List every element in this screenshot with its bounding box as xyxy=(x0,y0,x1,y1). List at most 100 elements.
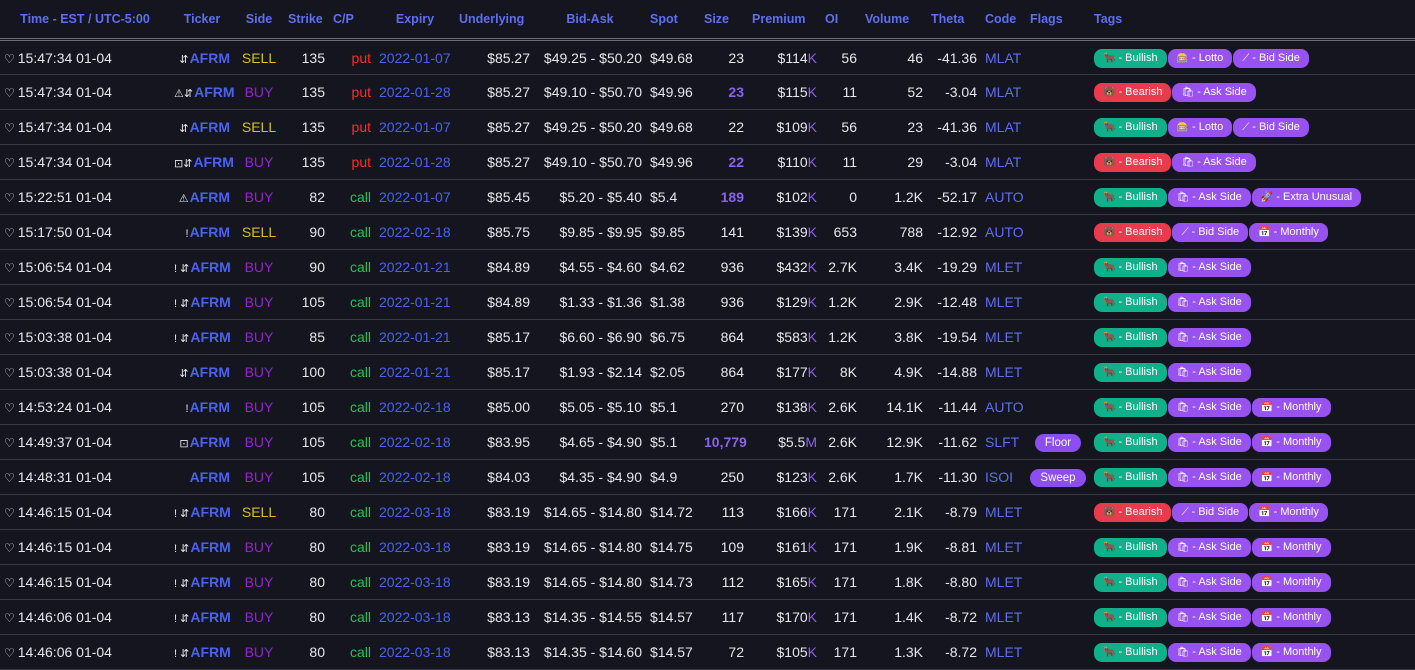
table-row[interactable]: ♡ 15:17:50 01-04 !AFRM SELL 90 call 2022-02-18… xyxy=(0,214,1415,250)
underlying-cell: $85.17 xyxy=(455,319,534,355)
ticker-cell: ! ⇵AFRM xyxy=(170,249,234,285)
column-header-expiry[interactable]: Expiry xyxy=(375,0,455,41)
heart-icon[interactable]: ♡ xyxy=(4,191,15,205)
table-row[interactable]: ♡ 15:03:38 01-04! ⇵AFRM BUY 85 call 2022-01-2… xyxy=(0,319,1415,355)
heart-icon[interactable]: ♡ xyxy=(4,226,15,240)
calendar-icon: 📅 xyxy=(1260,577,1274,588)
table-row[interactable]: ♡ 14:46:06 01-04! ⇵AFRM BUY 80 call 2022-03-1… xyxy=(0,599,1415,635)
column-header-flags[interactable]: Flags xyxy=(1026,0,1090,41)
bid-ask-cell: $49.25 - $50.20 xyxy=(534,39,646,75)
table-row[interactable]: ♡ 14:46:15 01-04! ⇵AFRM BUY 80 call 2022-03-1… xyxy=(0,564,1415,600)
trade-time: 14:46:06 01-04 xyxy=(17,609,112,625)
column-header-spot[interactable]: Spot xyxy=(646,0,700,41)
column-header-theta[interactable]: Theta xyxy=(927,0,981,41)
column-header-underlying[interactable]: Underlying xyxy=(455,0,534,41)
heart-icon[interactable]: ♡ xyxy=(4,296,15,310)
column-header-premium[interactable]: Premium xyxy=(748,0,821,41)
ticker-link[interactable]: AFRM xyxy=(194,84,234,100)
bid-ask-cell: $4.65 - $4.90 xyxy=(534,424,646,460)
heart-icon[interactable]: ♡ xyxy=(4,401,15,415)
side-cell: BUY xyxy=(234,599,284,635)
ticker-link[interactable]: AFRM xyxy=(193,154,233,170)
table-row[interactable]: ♡ 15:47:34 01-04 ⊡⇵AFRM BUY 135 put 2022-01-28… xyxy=(0,144,1415,180)
tags-cell: 🐂 - Bullish 🛍 - Ask Side 📅 - Monthly xyxy=(1090,599,1415,635)
heart-icon[interactable]: ♡ xyxy=(4,331,15,345)
bull-icon: 🐂 xyxy=(1103,437,1116,448)
table-row[interactable]: ♡ 14:49:37 01-04 ⊡AFRM BUY 105 call 2022-02-18… xyxy=(0,424,1415,460)
tag-badge: ⟋ - Bid Side xyxy=(1233,118,1309,137)
table-row[interactable]: ♡ 15:47:34 01-04 ⇵AFRM SELL 135 put 2022-01-07… xyxy=(0,109,1415,145)
volume-cell: 788 xyxy=(861,214,927,250)
ticker-link[interactable]: AFRM xyxy=(190,50,230,66)
ticker-link[interactable]: AFRM xyxy=(190,504,230,520)
column-header-volume[interactable]: Volume xyxy=(861,0,927,41)
expiry-cell: 2022-01-28 xyxy=(375,144,455,180)
ticker-link[interactable]: AFRM xyxy=(190,574,230,590)
table-row[interactable]: ♡ 15:06:54 01-04! ⇵AFRM BUY 105 call 2022-01-… xyxy=(0,284,1415,320)
expiry-cell: 2022-01-21 xyxy=(375,354,455,390)
table-row[interactable]: ♡ 14:53:24 01-04 !AFRM BUY 105 call 2022-02-18… xyxy=(0,389,1415,425)
ticker-link[interactable]: AFRM xyxy=(190,119,230,135)
column-header-strike[interactable]: Strike xyxy=(284,0,329,41)
table-row[interactable]: ♡ 15:06:54 01-04! ⇵AFRM BUY 90 call 2022-01-2… xyxy=(0,249,1415,285)
table-row[interactable]: ♡ 14:46:15 01-04! ⇵AFRM SELL 80 call 2022-03-… xyxy=(0,494,1415,530)
heart-icon[interactable]: ♡ xyxy=(4,611,15,625)
code-cell: SLFT xyxy=(981,424,1026,460)
column-header-time-est-utc-5-00[interactable]: Time - EST / UTC-5:00 xyxy=(0,0,170,41)
heart-icon[interactable]: ♡ xyxy=(4,576,15,590)
table-row[interactable]: ♡ 14:48:31 01-04 AFRM BUY 105 call 2022-02-18 $… xyxy=(0,459,1415,495)
ticker-link[interactable]: AFRM xyxy=(190,644,230,660)
ticker-link[interactable]: AFRM xyxy=(190,189,230,205)
heart-icon[interactable]: ♡ xyxy=(4,646,15,660)
heart-icon[interactable]: ♡ xyxy=(4,86,15,100)
ticker-link[interactable]: AFRM xyxy=(190,364,230,380)
trade-time: 15:47:34 01-04 xyxy=(17,49,112,66)
heart-icon[interactable]: ♡ xyxy=(4,471,15,485)
premium-cell: $166K xyxy=(748,494,821,530)
tag-badge: 🛍 - Ask Side xyxy=(1167,433,1251,452)
cp-cell: put xyxy=(329,144,375,180)
ticker-cell: ⚠AFRM xyxy=(170,179,234,215)
heart-icon[interactable]: ♡ xyxy=(4,261,15,275)
column-header-c-p[interactable]: C/P xyxy=(329,0,375,41)
ticker-cell: ⇵AFRM xyxy=(170,39,234,75)
heart-icon[interactable]: ♡ xyxy=(4,156,15,170)
ticker-link[interactable]: AFRM xyxy=(190,434,230,450)
ticker-link[interactable]: AFRM xyxy=(190,539,230,555)
ticker-link[interactable]: AFRM xyxy=(190,469,230,485)
table-row[interactable]: ♡ 15:47:34 01-04 ⇵AFRM SELL 135 put 2022-01-07… xyxy=(0,39,1415,75)
column-header-bid-ask[interactable]: Bid-Ask xyxy=(534,0,646,41)
trade-time: 15:22:51 01-04 xyxy=(17,189,112,205)
ticker-link[interactable]: AFRM xyxy=(190,224,230,240)
expiry-cell: 2022-03-18 xyxy=(375,494,455,530)
heart-icon[interactable]: ♡ xyxy=(4,436,15,450)
table-row[interactable]: ♡ 14:46:15 01-04! ⇵AFRM BUY 80 call 2022-03-1… xyxy=(0,529,1415,565)
heart-icon[interactable]: ♡ xyxy=(4,366,15,380)
alert-icons: ! ⇵ xyxy=(174,263,190,275)
ticker-link[interactable]: AFRM xyxy=(190,609,230,625)
ticker-cell: AFRM xyxy=(170,459,234,495)
ticker-link[interactable]: AFRM xyxy=(190,329,230,345)
table-row[interactable]: ♡ 14:46:06 01-04! ⇵AFRM BUY 80 call 2022-03-1… xyxy=(0,634,1415,670)
column-header-ticker[interactable]: Ticker xyxy=(170,0,234,41)
heart-icon[interactable]: ♡ xyxy=(4,52,15,66)
ticker-link[interactable]: AFRM xyxy=(190,259,230,275)
table-row[interactable]: ♡ 15:22:51 01-04 ⚠AFRM BUY 82 call 2022-01-07 $… xyxy=(0,179,1415,215)
side-cell: BUY xyxy=(234,144,284,180)
column-header-oi[interactable]: OI xyxy=(821,0,861,41)
table-row[interactable]: ♡ 15:47:34 01-04 ⚠⇵AFRM BUY 135 put 2022-01-28… xyxy=(0,74,1415,110)
tag-label: - Lotto xyxy=(1192,51,1224,64)
heart-icon[interactable]: ♡ xyxy=(4,121,15,135)
heart-icon[interactable]: ♡ xyxy=(4,506,15,520)
ticker-link[interactable]: AFRM xyxy=(190,399,230,415)
ticker-link[interactable]: AFRM xyxy=(190,294,230,310)
strike-cell: 90 xyxy=(284,249,329,285)
heart-icon[interactable]: ♡ xyxy=(4,541,15,555)
table-row[interactable]: ♡ 15:03:38 01-04 ⇵AFRM BUY 100 call 2022-01-21… xyxy=(0,354,1415,390)
column-header-side[interactable]: Side xyxy=(234,0,284,41)
column-header-tags[interactable]: Tags xyxy=(1090,0,1415,41)
column-header-size[interactable]: Size xyxy=(700,0,748,41)
column-header-code[interactable]: Code xyxy=(981,0,1026,41)
tags-cell: 🐂 - Bullish 🛍 - Ask Side xyxy=(1090,319,1415,355)
ticker-cell: !AFRM xyxy=(170,214,234,250)
